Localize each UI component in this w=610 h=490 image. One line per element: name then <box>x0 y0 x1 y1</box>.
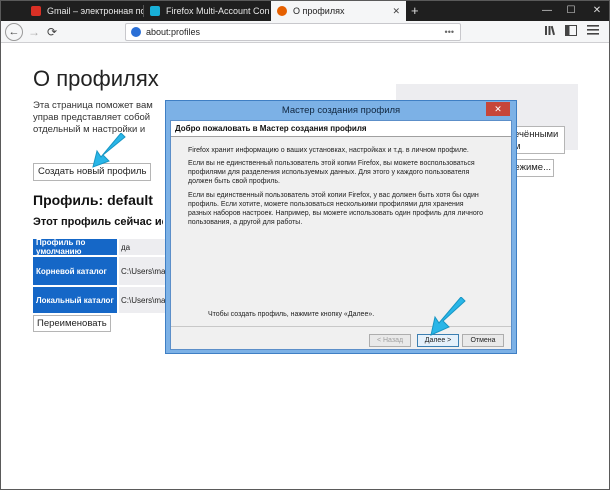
sidebar-icon[interactable] <box>565 25 577 41</box>
table-row: Профиль по умолчанию да <box>33 238 168 257</box>
wizard-paragraph: Firefox хранит информацию о ваших устано… <box>188 147 469 154</box>
tab-about-profiles[interactable]: О профилях ✕ <box>271 1 406 21</box>
tab-gmail[interactable]: Gmail – электронная почта и <box>25 1 143 21</box>
table-value: C:\Users\madr <box>119 257 168 285</box>
wizard-paragraph: Если вы единственный пользователь этой к… <box>188 192 484 226</box>
forward-button[interactable]: → <box>27 23 41 41</box>
pointer-arrow-icon <box>92 133 126 168</box>
close-icon[interactable]: ✕ <box>486 102 510 116</box>
close-tab-icon[interactable]: ✕ <box>392 1 400 21</box>
dialog-title: Мастер создания профиля <box>281 105 401 116</box>
gmail-icon <box>31 6 41 16</box>
wizard-content: Firefox хранит информацию о ваших устано… <box>171 137 511 322</box>
table-row: Локальный каталог C:\Users\madr <box>33 287 168 315</box>
table-key: Корневой каталог <box>33 257 117 285</box>
back-button[interactable]: ← <box>5 23 23 41</box>
close-window-icon[interactable]: ✕ <box>585 1 609 21</box>
table-row: Корневой каталог C:\Users\madr <box>33 257 168 287</box>
dialog-titlebar[interactable]: Мастер создания профиля ✕ <box>166 101 516 120</box>
profile-in-use-heading: Этот профиль сейчас испол <box>33 216 163 228</box>
reload-button[interactable]: ⟳ <box>45 23 59 41</box>
firefox-icon <box>131 27 141 37</box>
table-key: Локальный каталог <box>33 287 117 313</box>
browser-window: Gmail – электронная почта и Firefox Mult… <box>0 0 610 490</box>
profile-heading: Профиль: default <box>33 192 153 208</box>
menu-icon[interactable] <box>587 25 599 40</box>
tab-label: Firefox Multi-Account Contain <box>166 6 269 16</box>
maximize-icon[interactable]: ☐ <box>559 1 583 21</box>
url-text: about:profiles <box>146 27 201 37</box>
tab-label: Gmail – электронная почта и <box>47 6 143 16</box>
rename-button[interactable]: Переименовать <box>33 315 111 332</box>
back-button[interactable]: < Назад <box>369 334 411 347</box>
page-title: О профилях <box>33 66 159 91</box>
nav-bar: ← → ⟳ about:profiles ••• <box>1 21 609 43</box>
profile-table: Профиль по умолчанию да Корневой каталог… <box>33 238 168 315</box>
tab-multi-account[interactable]: Firefox Multi-Account Contain <box>144 1 269 21</box>
containers-icon <box>150 6 160 16</box>
new-tab-button[interactable]: + <box>411 1 419 21</box>
tab-strip: Gmail – электронная почта и Firefox Mult… <box>1 1 609 21</box>
url-bar[interactable]: about:profiles ••• <box>125 23 461 41</box>
firefox-icon <box>277 6 287 16</box>
table-value: C:\Users\madr <box>119 287 168 313</box>
pointer-arrow-icon <box>430 297 466 336</box>
wizard-header: Добро пожаловать в Мастер создания профи… <box>171 121 511 137</box>
table-value: да <box>119 239 168 255</box>
table-key: Профиль по умолчанию <box>33 238 117 256</box>
page-actions-icon[interactable]: ••• <box>445 24 454 40</box>
tab-label: О профилях <box>293 6 345 16</box>
wizard-paragraph: Если вы не единственный пользователь это… <box>188 160 475 185</box>
library-icon[interactable] <box>545 25 557 41</box>
minimize-icon[interactable]: — <box>535 1 559 21</box>
